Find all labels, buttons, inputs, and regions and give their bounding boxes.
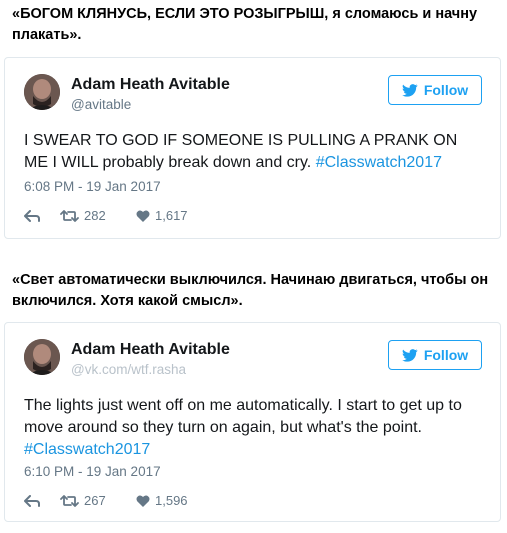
- tweet-text: I SWEAR TO GOD IF SOMEONE IS PULLING A P…: [24, 130, 482, 174]
- hashtag-link[interactable]: #Classwatch2017: [24, 441, 150, 458]
- heart-icon: [136, 210, 150, 222]
- tweet-actions: 267 1,596: [24, 493, 188, 508]
- avatar[interactable]: [24, 74, 60, 110]
- twitter-bird-icon: [402, 83, 418, 97]
- retweet-button[interactable]: 282: [60, 208, 136, 223]
- avatar-face-icon: [24, 74, 60, 110]
- retweet-count: 267: [84, 493, 106, 508]
- like-count: 1,596: [155, 493, 188, 508]
- heart-icon: [136, 495, 150, 507]
- tweet-card: Adam Heath Avitable @avitable Follow I S…: [4, 57, 501, 239]
- user-handle[interactable]: @vk.com/wtf.rasha: [71, 362, 186, 377]
- reply-icon: [24, 494, 40, 507]
- reply-icon: [24, 209, 40, 222]
- tweet-text: The lights just went off on me automatic…: [24, 395, 482, 461]
- follow-label: Follow: [423, 347, 469, 363]
- tweet-card: Adam Heath Avitable @vk.com/wtf.rasha Fo…: [4, 322, 501, 522]
- caption-top: «БОГОМ КЛЯНУСЬ, ЕСЛИ ЭТО РОЗЫГРЫШ, я сло…: [12, 6, 478, 43]
- tweet-timestamp[interactable]: 6:10 PM - 19 Jan 2017: [24, 464, 161, 479]
- like-count: 1,617: [155, 208, 188, 223]
- follow-button[interactable]: Follow: [388, 75, 482, 105]
- follow-label: Follow: [423, 82, 469, 98]
- reply-button[interactable]: [24, 209, 60, 222]
- user-handle[interactable]: @avitable: [71, 97, 131, 112]
- tweet-timestamp[interactable]: 6:08 PM - 19 Jan 2017: [24, 179, 161, 194]
- page: «БОГОМ КЛЯНУСЬ, ЕСЛИ ЭТО РОЗЫГРЫШ, я сло…: [0, 0, 507, 533]
- retweet-button[interactable]: 267: [60, 493, 136, 508]
- retweet-icon: [60, 209, 79, 222]
- avatar-face-icon: [24, 339, 60, 375]
- follow-button[interactable]: Follow: [388, 340, 482, 370]
- display-name[interactable]: Adam Heath Avitable: [71, 341, 230, 359]
- tweet-body: The lights just went off on me automatic…: [24, 397, 462, 436]
- reply-button[interactable]: [24, 494, 60, 507]
- like-button[interactable]: 1,596: [136, 493, 188, 508]
- avatar[interactable]: [24, 339, 60, 375]
- retweet-icon: [60, 494, 79, 507]
- display-name[interactable]: Adam Heath Avitable: [71, 76, 230, 94]
- hashtag-link[interactable]: #Classwatch2017: [316, 154, 442, 171]
- retweet-count: 282: [84, 208, 106, 223]
- twitter-bird-icon: [402, 348, 418, 362]
- like-button[interactable]: 1,617: [136, 208, 188, 223]
- tweet-actions: 282 1,617: [24, 208, 188, 223]
- caption-bottom: «Свет автоматически выключился. Начинаю …: [12, 272, 489, 309]
